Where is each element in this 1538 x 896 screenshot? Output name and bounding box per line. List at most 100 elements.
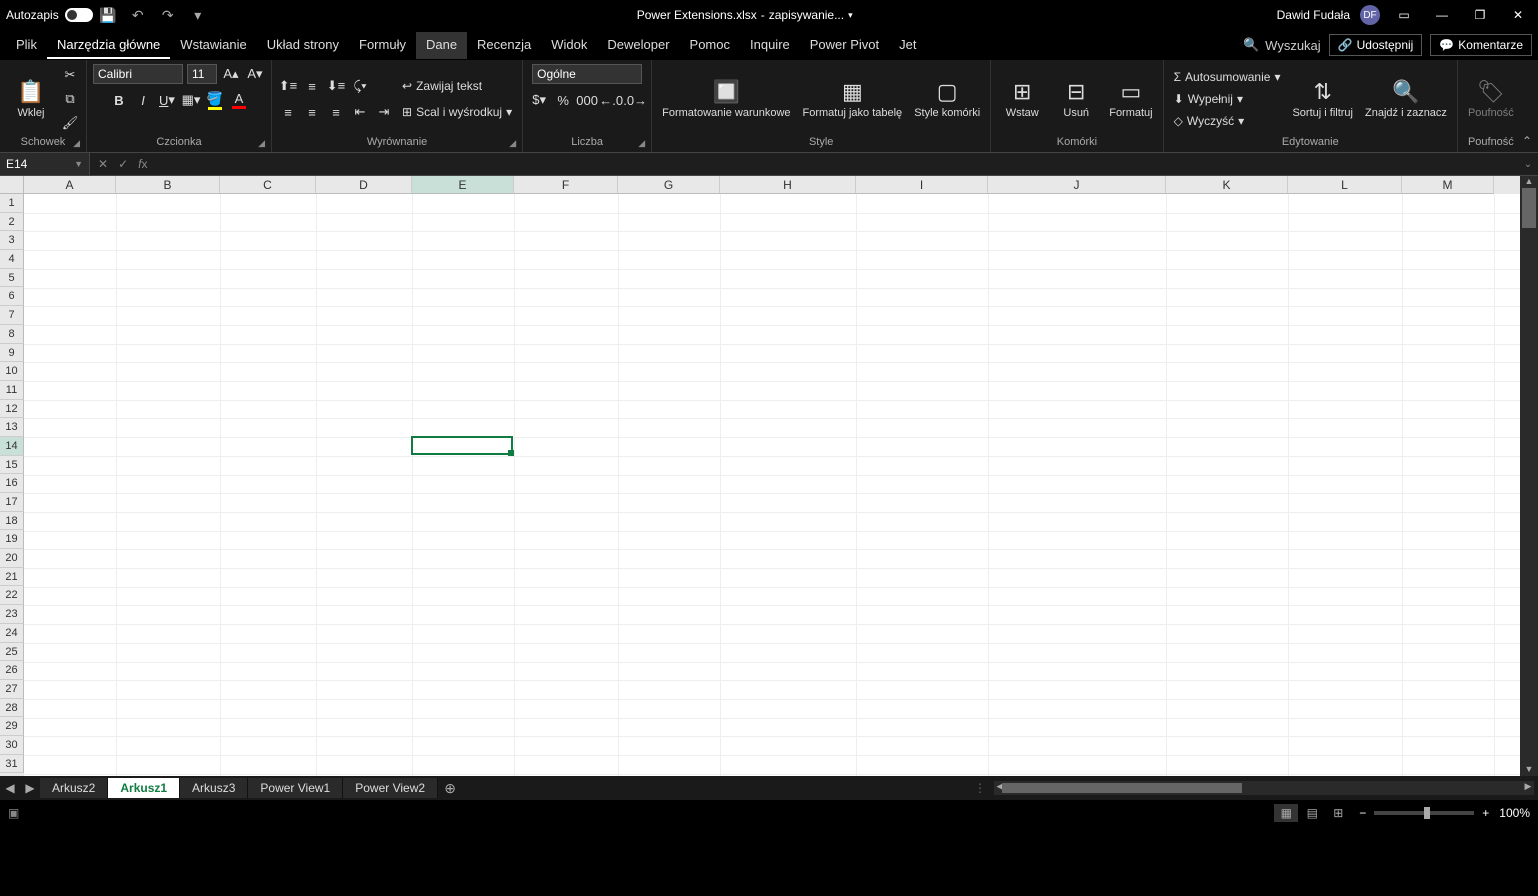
fx-icon[interactable]: fx — [138, 157, 147, 171]
decrease-decimal-icon[interactable]: .0→ — [625, 90, 645, 110]
sheet-nav-right-icon[interactable]: ▶ — [20, 781, 40, 795]
increase-decimal-icon[interactable]: ←.0 — [601, 90, 621, 110]
column-header[interactable]: E — [412, 176, 514, 194]
tab-jet[interactable]: Jet — [889, 32, 926, 59]
column-header[interactable]: J — [988, 176, 1166, 194]
sheet-tab[interactable]: Arkusz2 — [40, 778, 108, 798]
column-header[interactable]: H — [720, 176, 856, 194]
tab-wstawianie[interactable]: Wstawianie — [170, 32, 256, 59]
conditional-formatting-button[interactable]: 🔲Formatowanie warunkowe — [658, 77, 794, 121]
fill-button[interactable]: ⬇Wypełnij▾ — [1170, 89, 1285, 109]
row-header[interactable]: 6 — [0, 287, 24, 306]
row-header[interactable]: 7 — [0, 306, 24, 325]
column-header[interactable]: L — [1288, 176, 1402, 194]
row-header[interactable]: 9 — [0, 344, 24, 363]
column-header[interactable]: B — [116, 176, 220, 194]
tab-narzędzia-główne[interactable]: Narzędzia główne — [47, 32, 170, 59]
collapse-ribbon-icon[interactable]: ⌃ — [1522, 134, 1532, 148]
wrap-text-button[interactable]: ↩Zawijaj tekst — [398, 76, 516, 96]
column-header[interactable]: F — [514, 176, 618, 194]
align-top-icon[interactable]: ⬆≡ — [278, 76, 298, 96]
row-header[interactable]: 16 — [0, 474, 24, 493]
sheet-tab[interactable]: Power View1 — [248, 778, 343, 798]
insert-cells-button[interactable]: ⊞Wstaw — [997, 77, 1047, 121]
comma-format-icon[interactable]: 000 — [577, 90, 597, 110]
row-header[interactable]: 15 — [0, 456, 24, 475]
tab-splitter-icon[interactable]: ⋮ — [974, 781, 986, 795]
column-header[interactable]: A — [24, 176, 116, 194]
column-header[interactable]: G — [618, 176, 720, 194]
search-box[interactable]: 🔍 Wyszukaj — [1243, 37, 1321, 53]
format-painter-icon[interactable]: 🖌 — [60, 113, 80, 133]
row-header[interactable]: 29 — [0, 717, 24, 736]
launcher-icon[interactable]: ◢ — [258, 138, 265, 149]
vertical-scrollbar[interactable]: ▲ ▼ — [1520, 176, 1538, 776]
tab-recenzja[interactable]: Recenzja — [467, 32, 541, 59]
row-header[interactable]: 26 — [0, 661, 24, 680]
align-center-icon[interactable]: ≡ — [302, 102, 322, 122]
row-header[interactable]: 10 — [0, 362, 24, 381]
autosave-toggle[interactable]: Autozapis — [6, 8, 93, 22]
copy-icon[interactable]: ⧉ — [60, 89, 80, 109]
row-header[interactable]: 20 — [0, 549, 24, 568]
cancel-formula-icon[interactable]: ✕ — [98, 157, 108, 171]
underline-button[interactable]: U▾ — [157, 90, 177, 110]
row-header[interactable]: 8 — [0, 325, 24, 344]
column-header[interactable]: D — [316, 176, 412, 194]
select-all-corner[interactable] — [0, 176, 24, 194]
row-header[interactable]: 2 — [0, 213, 24, 232]
qat-customize-icon[interactable]: ▾ — [189, 6, 207, 24]
record-macro-icon[interactable]: ▣ — [8, 806, 19, 820]
row-header[interactable]: 31 — [0, 755, 24, 774]
confirm-formula-icon[interactable]: ✓ — [118, 157, 128, 171]
row-header[interactable]: 3 — [0, 231, 24, 250]
page-break-view-icon[interactable]: ⊞ — [1326, 804, 1350, 822]
save-icon[interactable]: 💾 — [99, 6, 117, 24]
horizontal-scrollbar[interactable]: ◀ ▶ — [994, 781, 1534, 795]
undo-icon[interactable]: ↶ — [129, 6, 147, 24]
column-header[interactable]: I — [856, 176, 988, 194]
row-header[interactable]: 17 — [0, 493, 24, 512]
find-select-button[interactable]: 🔍Znajdź i zaznacz — [1361, 77, 1451, 121]
cell-styles-button[interactable]: ▢Style komórki — [910, 77, 984, 121]
accounting-format-icon[interactable]: $▾ — [529, 90, 549, 110]
align-bottom-icon[interactable]: ⬇≡ — [326, 76, 346, 96]
tab-układ-strony[interactable]: Układ strony — [257, 32, 349, 59]
close-icon[interactable]: ✕ — [1504, 5, 1532, 25]
font-name-select[interactable] — [93, 64, 183, 84]
sensitivity-button[interactable]: 🏷Poufność — [1464, 77, 1518, 121]
row-header[interactable]: 4 — [0, 250, 24, 269]
normal-view-icon[interactable]: ▦ — [1274, 804, 1298, 822]
expand-formula-bar-icon[interactable]: ⌄ — [1518, 159, 1538, 170]
zoom-level[interactable]: 100% — [1499, 806, 1530, 820]
row-header[interactable]: 5 — [0, 269, 24, 288]
decrease-indent-icon[interactable]: ⇤ — [350, 102, 370, 122]
minimize-icon[interactable]: ― — [1428, 5, 1456, 25]
borders-icon[interactable]: ▦▾ — [181, 90, 201, 110]
tab-deweloper[interactable]: Deweloper — [597, 32, 679, 59]
italic-button[interactable]: I — [133, 90, 153, 110]
user-avatar[interactable]: DF — [1360, 5, 1380, 25]
sheet-tab[interactable]: Arkusz3 — [180, 778, 248, 798]
row-headers[interactable]: 1234567891011121314151617181920212223242… — [0, 194, 24, 776]
cells-area[interactable] — [24, 194, 1520, 776]
scroll-down-icon[interactable]: ▼ — [1520, 764, 1538, 776]
tab-power-pivot[interactable]: Power Pivot — [800, 32, 889, 59]
tab-pomoc[interactable]: Pomoc — [680, 32, 740, 59]
page-layout-view-icon[interactable]: ▤ — [1300, 804, 1324, 822]
percent-format-icon[interactable]: % — [553, 90, 573, 110]
font-size-select[interactable] — [187, 64, 217, 84]
cut-icon[interactable]: ✂ — [60, 65, 80, 85]
tab-dane[interactable]: Dane — [416, 32, 467, 59]
row-header[interactable]: 22 — [0, 586, 24, 605]
active-cell[interactable] — [411, 436, 513, 455]
clear-button[interactable]: ◇Wyczyść▾ — [1170, 111, 1285, 131]
add-sheet-button[interactable]: ⊕ — [438, 780, 462, 797]
increase-font-icon[interactable]: A▴ — [221, 64, 241, 84]
delete-cells-button[interactable]: ⊟Usuń — [1051, 77, 1101, 121]
launcher-icon[interactable]: ◢ — [509, 138, 516, 149]
name-box[interactable]: E14 ▼ — [0, 153, 90, 175]
sort-filter-button[interactable]: ⇅Sortuj i filtruj — [1288, 77, 1357, 121]
comments-button[interactable]: 💬 Komentarze — [1430, 34, 1532, 56]
zoom-out-icon[interactable]: − — [1359, 806, 1366, 820]
